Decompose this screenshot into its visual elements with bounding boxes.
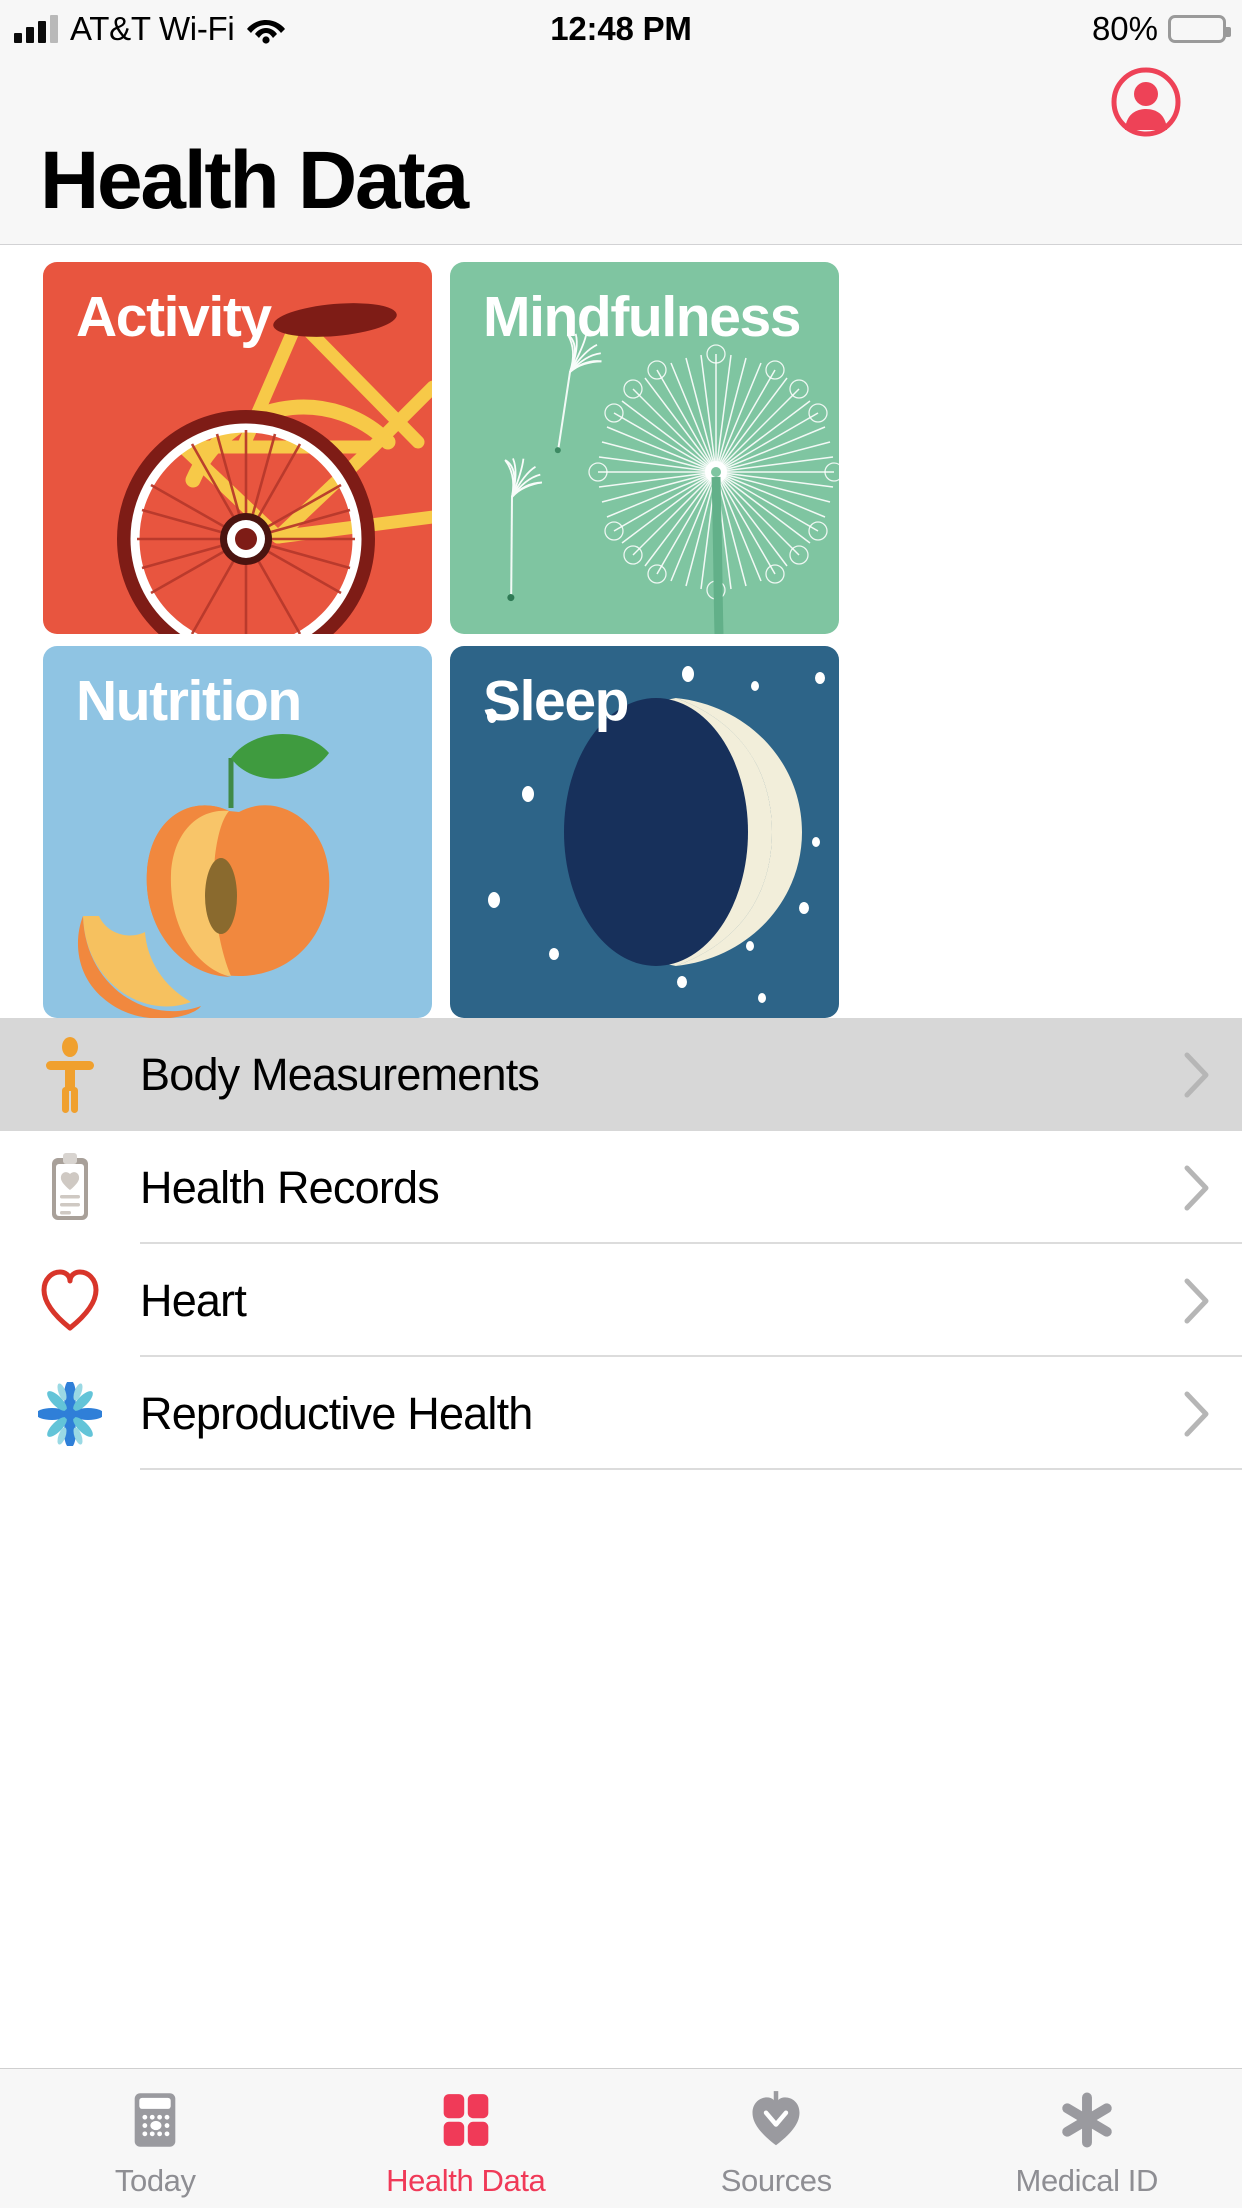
list-item-body-measurements[interactable]: Body Measurements xyxy=(0,1018,1242,1131)
card-mindfulness-label: Mindfulness xyxy=(483,288,800,348)
tab-sources[interactable]: Sources xyxy=(621,2069,932,2208)
card-nutrition[interactable]: Nutrition xyxy=(43,646,432,1018)
battery-percent-label: 80% xyxy=(1092,10,1158,48)
clipboard-icon xyxy=(0,1150,140,1226)
list-item-reproductive-health[interactable]: Reproductive Health xyxy=(0,1357,1242,1470)
health-category-list: Body Measurements Health Records xyxy=(0,1018,1242,1470)
category-card-grid: Activity xyxy=(0,258,1242,1018)
tab-health-data[interactable]: Health Data xyxy=(311,2069,622,2208)
medical-asterisk-icon xyxy=(1060,2084,1114,2156)
list-item-label: Health Records xyxy=(140,1162,1152,1214)
status-bar: AT&T Wi-Fi 12:48 PM 80% xyxy=(0,0,1242,58)
list-item-label: Heart xyxy=(140,1275,1152,1327)
list-item-health-records[interactable]: Health Records xyxy=(0,1131,1242,1244)
tab-bar: Today Health Data Sources xyxy=(0,2068,1242,2208)
tab-health-data-label: Health Data xyxy=(386,2163,545,2199)
heart-download-icon xyxy=(748,2084,804,2156)
list-item-label: Reproductive Health xyxy=(140,1388,1152,1440)
four-squares-icon xyxy=(441,2084,491,2156)
list-separator xyxy=(140,1468,1242,1470)
battery-icon xyxy=(1168,15,1226,43)
chevron-right-icon xyxy=(1152,1278,1242,1324)
calendar-icon xyxy=(131,2084,179,2156)
list-item-heart[interactable]: Heart xyxy=(0,1244,1242,1357)
heart-outline-icon xyxy=(0,1268,140,1334)
card-sleep[interactable]: Sleep xyxy=(450,646,839,1018)
chevron-right-icon xyxy=(1152,1052,1242,1098)
page-title: Health Data xyxy=(40,140,467,222)
card-activity-label: Activity xyxy=(76,288,271,348)
card-activity[interactable]: Activity xyxy=(43,262,432,634)
card-nutrition-label: Nutrition xyxy=(76,672,301,732)
chevron-right-icon xyxy=(1152,1391,1242,1437)
status-bar-clock: 12:48 PM xyxy=(0,10,1242,48)
card-mindfulness[interactable]: Mindfulness xyxy=(450,262,839,634)
tab-medical-id-label: Medical ID xyxy=(1016,2163,1158,2199)
chevron-right-icon xyxy=(1152,1165,1242,1211)
tab-today-label: Today xyxy=(115,2163,196,2199)
profile-avatar-icon[interactable] xyxy=(1110,66,1182,138)
status-bar-right: 80% xyxy=(1092,10,1226,48)
tab-today[interactable]: Today xyxy=(0,2069,311,2208)
list-item-label: Body Measurements xyxy=(140,1049,1152,1101)
tab-medical-id[interactable]: Medical ID xyxy=(932,2069,1242,2208)
navigation-header: Health Data xyxy=(0,58,1242,245)
flower-icon xyxy=(0,1382,140,1446)
body-figure-icon xyxy=(0,1037,140,1113)
tab-sources-label: Sources xyxy=(721,2163,832,2199)
card-sleep-label: Sleep xyxy=(483,672,628,732)
